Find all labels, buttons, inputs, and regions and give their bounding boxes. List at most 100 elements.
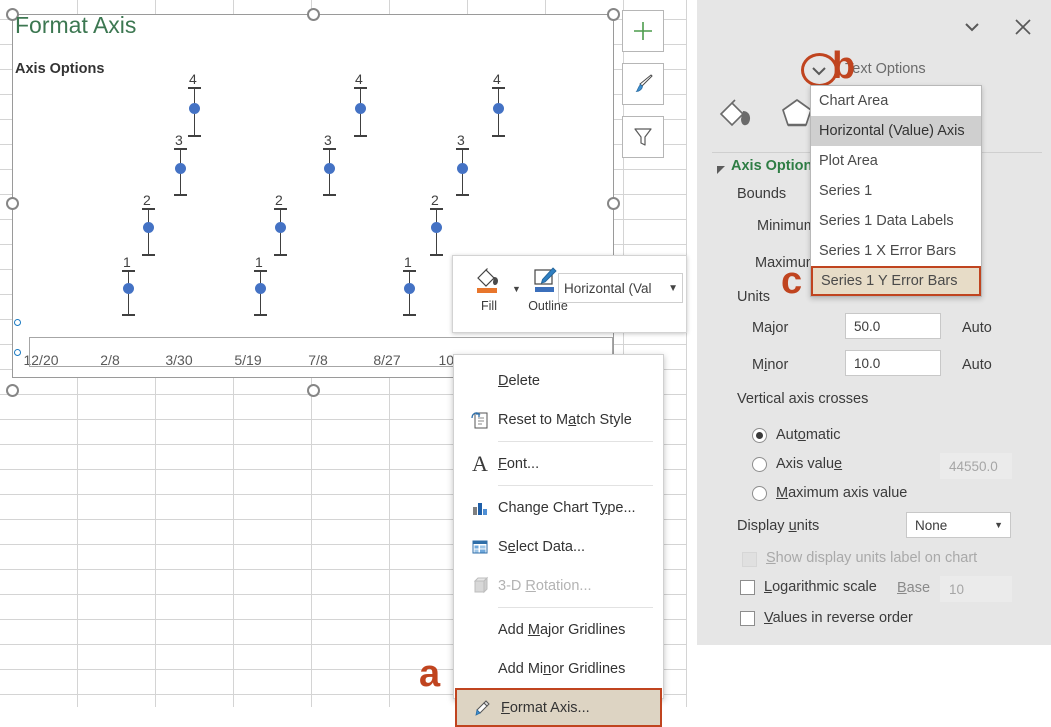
error-bar-cap-top [354, 87, 367, 89]
data-point-marker[interactable] [404, 283, 415, 294]
show-display-units-checkbox [742, 552, 757, 567]
chart-elements-button[interactable] [622, 10, 664, 52]
chart-resize-handle-middle-left[interactable] [6, 197, 19, 210]
context-menu-item-select-data[interactable]: Select Data... [454, 527, 663, 566]
axis-handle-top-left[interactable] [14, 319, 21, 326]
page-title: Format Axis [15, 12, 136, 39]
chart-context-menu[interactable]: Delete Reset to Match Style A Font... [453, 354, 664, 699]
data-point-marker[interactable] [255, 283, 266, 294]
error-bar-cap-bottom [456, 194, 469, 196]
error-bar-cap-top [430, 208, 443, 210]
data-point-marker[interactable] [175, 163, 186, 174]
data-point-marker[interactable] [275, 222, 286, 233]
data-point-marker[interactable] [355, 103, 366, 114]
major-unit-input[interactable]: 50.0 [845, 313, 941, 339]
app-root: 12/202/83/305/197/88/2710/1612/51/241234… [0, 0, 1051, 707]
context-menu-item-font[interactable]: A Font... [454, 444, 663, 483]
display-units-select[interactable]: None ▼ [906, 512, 1011, 538]
data-point-marker[interactable] [457, 163, 468, 174]
context-menu-item-delete[interactable]: Delete [454, 361, 663, 400]
fill-and-line-icon[interactable] [715, 122, 761, 137]
combo-chevron-down-icon[interactable]: ▼ [668, 283, 682, 294]
error-bar-cap-bottom [274, 254, 287, 256]
context-menu-item-reset-to-match-style[interactable]: Reset to Match Style [454, 400, 663, 439]
data-point-marker[interactable] [493, 103, 504, 114]
error-bar-cap-bottom [492, 135, 505, 137]
error-bar-cap-bottom [174, 194, 187, 196]
context-menu-label-format-axis: Format Axis... [501, 700, 590, 716]
axis-handle-bottom-left[interactable] [14, 349, 21, 356]
radio-axis-value[interactable] [752, 457, 767, 472]
chart-resize-handle-top-right[interactable] [607, 8, 620, 21]
chart-resize-handle-middle-right[interactable] [607, 197, 620, 210]
error-bar-cap-bottom [254, 314, 267, 316]
funnel-icon [631, 125, 655, 149]
error-bar-cap-bottom [142, 254, 155, 256]
context-menu-item-change-chart-type[interactable]: Change Chart Type... [454, 488, 663, 527]
context-menu-label-select-data: Select Data... [498, 539, 585, 555]
data-point-label: 1 [404, 254, 412, 270]
dropdown-item[interactable]: Chart Area [811, 86, 981, 116]
minor-auto-button[interactable]: Auto [962, 357, 992, 373]
chart-resize-handle-bottom-center[interactable] [307, 384, 320, 397]
chevron-down-icon: ▼ [994, 520, 1003, 530]
fill-label: Fill [465, 299, 513, 313]
tab-axis-options[interactable]: Axis Options [15, 61, 104, 77]
error-bar-cap-top [492, 87, 505, 89]
dropdown-item[interactable]: Series 1 X Error Bars [811, 236, 981, 266]
logarithmic-scale-checkbox[interactable] [740, 580, 755, 595]
data-point-marker[interactable] [431, 222, 442, 233]
dropdown-item[interactable]: Plot Area [811, 146, 981, 176]
error-bar-cap-bottom [188, 135, 201, 137]
dropdown-item-label: Chart Area [819, 93, 888, 109]
section-header-axis-options: Axis Options [731, 158, 820, 174]
tab-text-options[interactable]: Text Options [845, 61, 926, 77]
error-bar-cap-top [274, 208, 287, 210]
dropdown-item-label: Series 1 X Error Bars [819, 243, 956, 259]
dropdown-item-label: Series 1 Data Labels [819, 213, 954, 229]
dropdown-item[interactable]: Series 1 Data Labels [811, 206, 981, 236]
context-menu-item-format-axis[interactable]: Format Axis... [455, 688, 662, 727]
radio-automatic[interactable] [752, 428, 767, 443]
task-pane-close-button[interactable] [1012, 16, 1034, 41]
error-bar-cap-bottom [354, 135, 367, 137]
major-auto-button[interactable]: Auto [962, 320, 992, 336]
context-menu-label-add-major-gridlines: Add Major Gridlines [498, 622, 625, 638]
annotation-b: b [832, 47, 855, 85]
task-pane-bottom-blank [697, 645, 1051, 707]
reset-style-icon [462, 410, 498, 430]
chart-resize-handle-bottom-left[interactable] [6, 384, 19, 397]
chart-element-combo[interactable]: Horizontal (Val ▼ [558, 273, 683, 303]
data-point-marker[interactable] [143, 222, 154, 233]
chart-filters-button[interactable] [622, 116, 664, 158]
minor-unit-input[interactable]: 10.0 [845, 350, 941, 376]
dropdown-item[interactable]: Horizontal (Value) Axis [811, 116, 981, 146]
dropdown-item[interactable]: Series 1 Y Error Bars [811, 266, 981, 296]
minimum-label: Minimum [757, 218, 816, 234]
data-point-marker[interactable] [189, 103, 200, 114]
context-menu-label-add-minor-gridlines: Add Minor Gridlines [498, 661, 625, 677]
chart-resize-handle-top-center[interactable] [307, 8, 320, 21]
context-menu-separator-1 [498, 441, 653, 442]
bounds-label: Bounds [737, 186, 786, 202]
base-input: 10 [940, 576, 1012, 602]
radio-maximum-axis-value[interactable] [752, 486, 767, 501]
axis-value-input: 44550.0 [940, 453, 1012, 479]
data-point-label: 1 [123, 254, 131, 270]
values-in-reverse-order-checkbox[interactable] [740, 611, 755, 626]
chart-styles-button[interactable] [622, 63, 664, 105]
context-menu-item-add-minor-gridlines[interactable]: Add Minor Gridlines [454, 649, 663, 688]
context-menu-item-add-major-gridlines[interactable]: Add Major Gridlines [454, 610, 663, 649]
dropdown-item-label: Horizontal (Value) Axis [819, 123, 965, 139]
close-icon [1012, 16, 1034, 38]
axis-selector-dropdown-list[interactable]: Chart Area Horizontal (Value) Axis Plot Ar… [810, 85, 982, 297]
fill-tool[interactable]: Fill [465, 266, 513, 313]
mini-floating-toolbar[interactable]: Fill ▼ Outline ▼ Horizontal (Val ▼ [452, 255, 687, 333]
dropdown-item[interactable]: Series 1 [811, 176, 981, 206]
task-pane-menu-button[interactable] [962, 20, 982, 37]
data-point-label: 3 [324, 132, 332, 148]
data-point-marker[interactable] [123, 283, 134, 294]
data-point-marker[interactable] [324, 163, 335, 174]
major-label: Major [752, 320, 788, 336]
section-collapse-triangle-icon[interactable] [716, 163, 727, 178]
